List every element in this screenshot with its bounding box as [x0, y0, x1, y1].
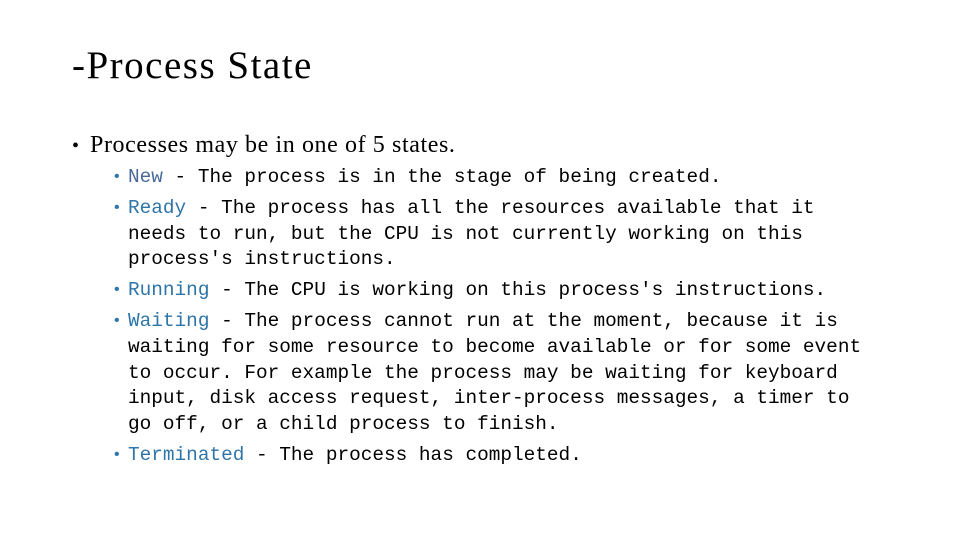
intro-bullet-text: Processes may be in one of 5 states. [90, 132, 456, 158]
state-item-waiting: • Waiting - The process cannot run at the… [108, 309, 908, 438]
state-item-ready: • Ready - The process has all the resourc… [108, 196, 908, 273]
state-list: • New - The process is in the stage of be… [108, 165, 908, 474]
state-item-new: • New - The process is in the stage of be… [108, 165, 908, 191]
bullet-icon: • [112, 311, 122, 330]
state-item-running: • Running - The CPU is working on this pr… [108, 278, 908, 304]
state-description-line: - The process has completed. [244, 443, 582, 466]
state-item-terminated: • Terminated - The process has completed. [108, 443, 908, 469]
state-description-line: to occur. For example the process may be… [128, 361, 838, 384]
bullet-icon: • [112, 168, 122, 186]
bullet-icon: • [112, 198, 122, 217]
state-description-line: input, disk access request, inter-proces… [128, 387, 850, 410]
state-term: Terminated [128, 443, 245, 466]
state-description-line: process's instructions. [128, 248, 396, 271]
bullet-icon: • [112, 281, 122, 300]
state-description-line: needs to run, but the CPU is not current… [128, 222, 803, 245]
intro-bullet-item: • Processes may be in one of 5 states. [72, 131, 456, 160]
slide-title: -Process State [72, 44, 313, 87]
state-description-line: - The process is in the stage of being c… [162, 166, 722, 188]
state-description-line: - The process has all the resources avai… [186, 196, 815, 219]
state-term: New [128, 166, 163, 188]
state-description-line: waiting for some resource to become avai… [128, 335, 862, 358]
state-description-line: - The process cannot run at the moment, … [209, 309, 838, 332]
state-term: Ready [128, 196, 187, 219]
bullet-icon: • [72, 135, 80, 157]
state-description-line: - The CPU is working on this process's i… [209, 279, 827, 302]
bullet-icon: • [112, 445, 122, 464]
state-description-line: go off, or a child process to finish. [128, 413, 559, 436]
state-term: Waiting [128, 309, 210, 332]
state-term: Running [128, 279, 210, 302]
